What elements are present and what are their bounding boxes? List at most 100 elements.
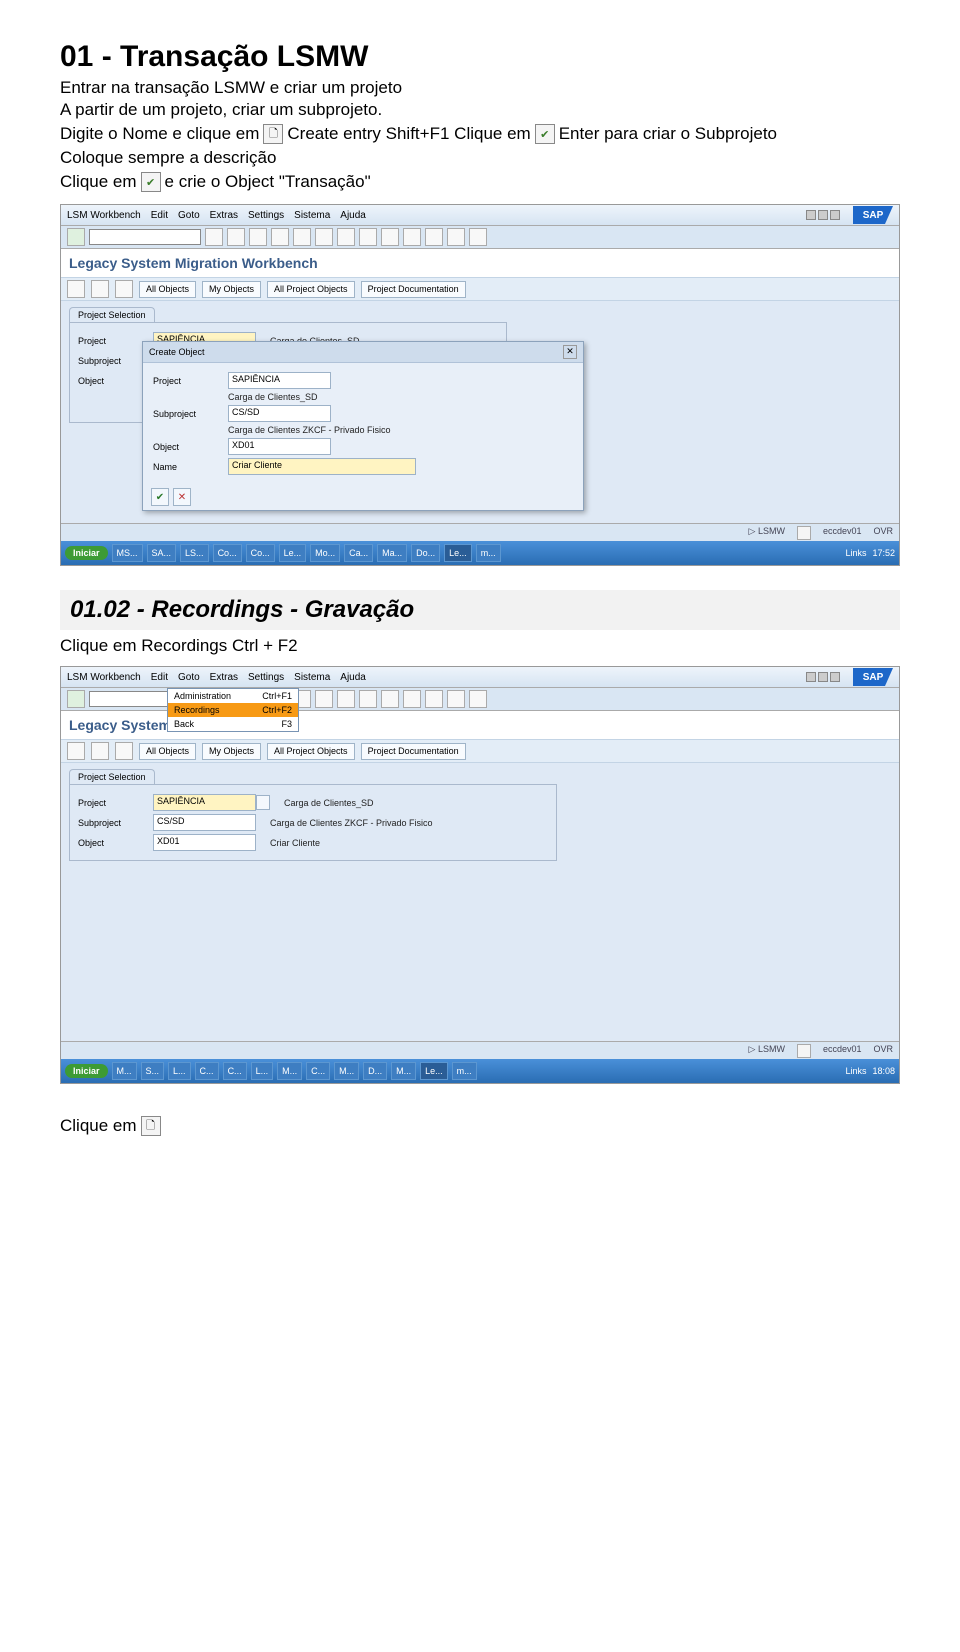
task-item[interactable]: M... [277,1062,302,1080]
menu-item[interactable]: Ajuda [340,672,366,683]
task-item[interactable]: S... [141,1062,165,1080]
toolbar-btn[interactable] [293,228,311,246]
win-btn[interactable] [806,672,816,682]
menu-item[interactable]: LSM Workbench [67,672,141,683]
cancel-button[interactable] [173,488,191,506]
toolbar-btn[interactable] [315,690,333,708]
create-icon[interactable] [91,280,109,298]
toolbar-btn[interactable] [359,690,377,708]
menu-item[interactable]: Ajuda [340,210,366,221]
task-item[interactable]: M... [112,1062,137,1080]
menu-item[interactable]: Sistema [294,210,330,221]
menu-item-recordings[interactable]: RecordingsCtrl+F2 [168,703,298,717]
toolbar-btn[interactable] [403,690,421,708]
input-object[interactable]: XD01 [153,834,256,851]
menu-item[interactable]: Goto [178,672,200,683]
input-project[interactable]: SAPIÊNCIA [153,794,256,811]
toolbar-btn[interactable] [381,690,399,708]
menu-item[interactable]: Settings [248,672,284,683]
menu-item-administration[interactable]: AdministrationCtrl+F1 [168,689,298,703]
toolbar-btn[interactable] [447,690,465,708]
menu-item[interactable]: Extras [210,672,238,683]
command-field[interactable] [89,229,201,245]
execute-icon[interactable] [67,280,85,298]
task-item[interactable]: M... [391,1062,416,1080]
f4-lookup-icon[interactable] [256,795,270,810]
task-item[interactable]: M... [334,1062,359,1080]
win-btn[interactable] [806,210,816,220]
win-btn[interactable] [830,210,840,220]
task-item[interactable]: LS... [180,544,209,562]
win-btn[interactable] [818,672,828,682]
menu-item[interactable]: Edit [151,210,168,221]
task-item[interactable]: MS... [112,544,143,562]
win-btn[interactable] [830,672,840,682]
tab-project-selection[interactable]: Project Selection [69,769,155,784]
execute-icon[interactable] [67,742,85,760]
toolbar-btn[interactable] [447,228,465,246]
start-button[interactable]: Iniciar [65,546,108,560]
task-item[interactable]: m... [452,1062,477,1080]
close-icon[interactable]: ✕ [563,345,577,359]
toolbar-btn[interactable] [271,228,289,246]
task-item[interactable]: Le... [420,1062,448,1080]
menu-item[interactable]: Edit [151,672,168,683]
task-item[interactable]: Ca... [344,544,373,562]
menu-item[interactable]: Extras [210,210,238,221]
task-item[interactable]: SA... [147,544,177,562]
btn-my-objects[interactable]: My Objects [202,743,261,760]
ok-button[interactable] [151,488,169,506]
menu-item[interactable]: Goto [178,210,200,221]
task-item[interactable]: Le... [279,544,307,562]
task-item[interactable]: C... [223,1062,247,1080]
toolbar-btn[interactable] [249,228,267,246]
toolbar-btn[interactable] [469,228,487,246]
btn-all-objects[interactable]: All Objects [139,281,196,298]
task-item[interactable]: Mo... [310,544,340,562]
win-btn[interactable] [818,210,828,220]
task-item[interactable]: Do... [411,544,440,562]
create-icon[interactable] [91,742,109,760]
toolbar-btn[interactable] [403,228,421,246]
task-item[interactable]: Le... [444,544,472,562]
task-item[interactable]: Co... [246,544,275,562]
task-item[interactable]: L... [168,1062,191,1080]
input-subproject[interactable]: CS/SD [153,814,256,831]
input-object[interactable]: XD01 [228,438,331,455]
toolbar-btn[interactable] [337,690,355,708]
change-icon[interactable] [115,742,133,760]
task-item[interactable]: D... [363,1062,387,1080]
btn-my-objects[interactable]: My Objects [202,281,261,298]
btn-all-objects[interactable]: All Objects [139,743,196,760]
btn-project-documentation[interactable]: Project Documentation [361,743,466,760]
btn-project-documentation[interactable]: Project Documentation [361,281,466,298]
change-icon[interactable] [115,280,133,298]
menu-item[interactable]: Settings [248,210,284,221]
task-item[interactable]: Ma... [377,544,407,562]
tab-project-selection[interactable]: Project Selection [69,307,155,322]
toolbar-btn[interactable] [425,690,443,708]
task-item[interactable]: C... [306,1062,330,1080]
menu-item[interactable]: LSM Workbench [67,210,141,221]
tray-links: Links [845,548,866,558]
task-item[interactable]: m... [476,544,501,562]
enter-icon[interactable] [67,228,85,246]
input-name[interactable]: Criar Cliente [228,458,416,475]
toolbar-btn[interactable] [205,228,223,246]
toolbar-btn[interactable] [359,228,377,246]
toolbar-btn[interactable] [469,690,487,708]
btn-all-project-objects[interactable]: All Project Objects [267,743,355,760]
toolbar-btn[interactable] [337,228,355,246]
toolbar-btn[interactable] [381,228,399,246]
task-item[interactable]: L... [251,1062,274,1080]
menu-item[interactable]: Sistema [294,672,330,683]
btn-all-project-objects[interactable]: All Project Objects [267,281,355,298]
toolbar-btn[interactable] [227,228,245,246]
task-item[interactable]: Co... [213,544,242,562]
toolbar-btn[interactable] [425,228,443,246]
task-item[interactable]: C... [195,1062,219,1080]
toolbar-btn[interactable] [315,228,333,246]
menu-item-back[interactable]: BackF3 [168,717,298,731]
enter-icon[interactable] [67,690,85,708]
start-button[interactable]: Iniciar [65,1064,108,1078]
